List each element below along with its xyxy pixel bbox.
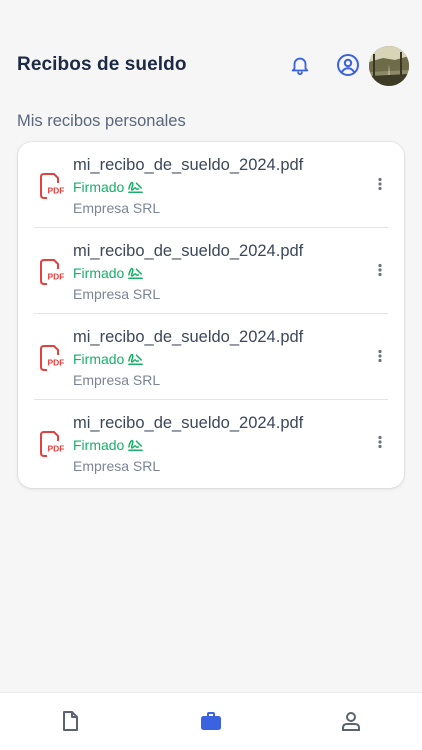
signature-icon xyxy=(128,353,144,365)
header: Recibos de sueldo xyxy=(0,40,422,92)
section-title: Mis recibos personales xyxy=(17,112,186,130)
person-icon[interactable] xyxy=(339,709,363,733)
receipt-status: Firmado xyxy=(73,265,144,281)
svg-text:PDF: PDF xyxy=(48,444,65,454)
briefcase-icon[interactable] xyxy=(199,709,223,733)
receipt-company: Empresa SRL xyxy=(73,200,161,216)
receipt-company: Empresa SRL xyxy=(73,372,161,388)
pdf-file-icon: PDF xyxy=(40,259,65,285)
receipt-row[interactable]: PDF mi_recibo_de_sueldo_2024.pdf Firmado… xyxy=(18,228,404,314)
receipt-filename: mi_recibo_de_sueldo_2024.pdf xyxy=(73,242,304,260)
svg-text:PDF: PDF xyxy=(48,358,65,368)
page-title: Recibos de sueldo xyxy=(17,54,187,75)
receipt-company: Empresa SRL xyxy=(73,458,161,474)
receipt-row[interactable]: PDF mi_recibo_de_sueldo_2024.pdf Firmado… xyxy=(18,400,404,486)
signature-icon xyxy=(128,267,144,279)
signature-icon xyxy=(128,439,144,451)
status-label: Firmado xyxy=(73,351,125,367)
avatar[interactable] xyxy=(369,46,409,86)
more-vertical-icon[interactable] xyxy=(373,176,387,192)
receipt-status: Firmado xyxy=(73,351,144,367)
status-label: Firmado xyxy=(73,265,125,281)
bell-icon[interactable] xyxy=(289,54,311,76)
receipt-status: Firmado xyxy=(73,179,144,195)
more-vertical-icon[interactable] xyxy=(373,434,387,450)
receipts-card: PDF mi_recibo_de_sueldo_2024.pdf Firmado… xyxy=(18,142,404,488)
more-vertical-icon[interactable] xyxy=(373,348,387,364)
receipt-row[interactable]: PDF mi_recibo_de_sueldo_2024.pdf Firmado… xyxy=(18,142,404,228)
user-circle-icon[interactable] xyxy=(336,53,360,77)
more-vertical-icon[interactable] xyxy=(373,262,387,278)
svg-text:PDF: PDF xyxy=(48,186,65,196)
pdf-file-icon: PDF xyxy=(40,173,65,199)
receipt-company: Empresa SRL xyxy=(73,286,161,302)
status-label: Firmado xyxy=(73,437,125,453)
receipt-filename: mi_recibo_de_sueldo_2024.pdf xyxy=(73,414,304,432)
receipt-filename: mi_recibo_de_sueldo_2024.pdf xyxy=(73,156,304,174)
receipt-row[interactable]: PDF mi_recibo_de_sueldo_2024.pdf Firmado… xyxy=(18,314,404,400)
status-label: Firmado xyxy=(73,179,125,195)
receipt-status: Firmado xyxy=(73,437,144,453)
signature-icon xyxy=(128,181,144,193)
pdf-file-icon: PDF xyxy=(40,345,65,371)
document-icon[interactable] xyxy=(58,709,82,733)
receipt-filename: mi_recibo_de_sueldo_2024.pdf xyxy=(73,328,304,346)
bottom-nav xyxy=(0,692,422,750)
app-screen: Recibos de sueldo Mis recibos personales xyxy=(0,0,422,750)
svg-text:PDF: PDF xyxy=(48,272,65,282)
pdf-file-icon: PDF xyxy=(40,431,65,457)
